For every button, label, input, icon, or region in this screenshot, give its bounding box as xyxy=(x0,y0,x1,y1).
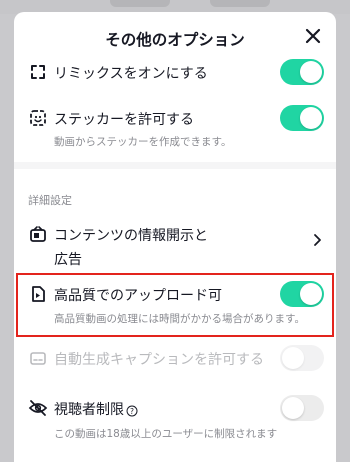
remix-label: リミックスをオンにする xyxy=(54,66,208,82)
close-icon[interactable] xyxy=(302,25,324,47)
auto-captions-label: 自動生成キャプションを許可する xyxy=(54,352,264,368)
remix-icon xyxy=(28,62,48,82)
help-icon[interactable]: ? xyxy=(126,402,138,417)
sheet-header: その他のオプション xyxy=(14,12,336,62)
audience-row[interactable]: 視聴者制限 ? この動画は18歳以上のユーザーに制限されます xyxy=(14,394,336,446)
sheet-title: その他のオプション xyxy=(105,31,245,49)
svg-text:?: ? xyxy=(130,407,134,416)
chevron-right-icon xyxy=(312,232,322,246)
sticker-icon xyxy=(28,108,48,128)
highlight-box xyxy=(16,273,334,337)
remix-toggle[interactable] xyxy=(280,59,324,85)
options-sheet: その他のオプション リミックスをオンにする ステッカーを許可する 動画からステッ… xyxy=(14,12,336,462)
stickers-label: ステッカーを許可する xyxy=(54,112,194,128)
auto-captions-row[interactable]: 自動生成キャプションを許可する xyxy=(14,344,336,374)
stickers-toggle[interactable] xyxy=(280,105,324,131)
background-shape xyxy=(110,0,170,7)
audience-label: 視聴者制限 xyxy=(54,402,124,418)
audience-description: この動画は18歳以上のユーザーに制限されます xyxy=(54,428,278,440)
captions-icon xyxy=(28,348,48,368)
disclosure-row[interactable]: コンテンツの情報開示と 広告 xyxy=(14,220,336,270)
stickers-description: 動画からステッカーを作成できます。 xyxy=(54,136,232,148)
disclosure-label-line2: 広告 xyxy=(54,252,82,268)
disclosure-icon xyxy=(28,224,48,244)
restricted-eye-icon xyxy=(28,398,48,418)
section-divider xyxy=(14,162,336,169)
audience-toggle[interactable] xyxy=(280,395,324,421)
disclosure-label-line1: コンテンツの情報開示と xyxy=(54,228,208,244)
auto-captions-toggle[interactable] xyxy=(280,345,324,371)
section-label-advanced: 詳細設定 xyxy=(28,194,72,207)
background-shape xyxy=(210,0,270,7)
remix-row[interactable]: リミックスをオンにする xyxy=(14,58,336,94)
stickers-row[interactable]: ステッカーを許可する 動画からステッカーを作成できます。 xyxy=(14,104,336,156)
